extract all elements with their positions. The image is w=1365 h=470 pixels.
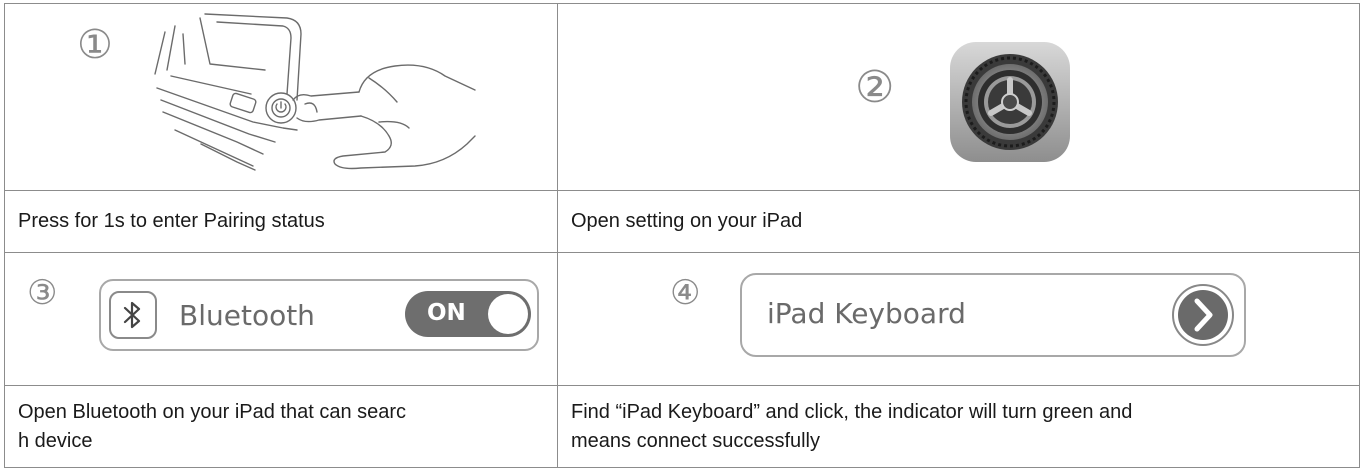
toggle-knob bbox=[488, 294, 528, 334]
ipad-keyboard-device-row[interactable]: iPad Keyboard bbox=[740, 273, 1246, 357]
step-4-caption-line-2: means connect successfully bbox=[571, 430, 821, 452]
step-1-illustration: ① bbox=[5, 4, 557, 190]
step-4-caption-line-1: Find “iPad Keyboard” and click, the indi… bbox=[571, 401, 1133, 423]
step-2-illustration: ② bbox=[558, 4, 1361, 190]
step-3-illustration: ③ Bluetooth ON bbox=[5, 253, 557, 385]
step-4-illustration: ④ iPad Keyboard bbox=[558, 253, 1361, 385]
hand-pressing-power-icon bbox=[154, 13, 476, 171]
bluetooth-icon-box bbox=[109, 291, 157, 339]
step-3-number: ③ bbox=[27, 273, 58, 313]
bluetooth-toggle[interactable]: ON bbox=[405, 291, 531, 337]
step-2-number: ② bbox=[855, 62, 895, 113]
bluetooth-label: Bluetooth bbox=[179, 299, 315, 332]
bluetooth-icon bbox=[123, 301, 141, 329]
step-3-caption-line-2: h device bbox=[18, 430, 93, 452]
step-1-caption: Press for 1s to enter Pairing status bbox=[18, 210, 325, 232]
step-3-caption-line-1: Open Bluetooth on your iPad that can sea… bbox=[18, 401, 407, 423]
ipad-keyboard-label: iPad Keyboard bbox=[767, 297, 966, 330]
step-2-caption: Open setting on your iPad bbox=[571, 210, 803, 232]
chevron-right-icon[interactable] bbox=[1170, 282, 1236, 348]
step-3-caption: Open Bluetooth on your iPad that can sea… bbox=[5, 386, 557, 468]
step-4-number: ④ bbox=[670, 273, 701, 313]
toggle-label: ON bbox=[427, 300, 466, 326]
settings-gear-icon bbox=[950, 42, 1070, 162]
bluetooth-setting-row: Bluetooth ON bbox=[99, 279, 539, 351]
instruction-table: ① ② Press for 1s to enter Pairing status… bbox=[4, 3, 1360, 468]
step-4-caption: Find “iPad Keyboard” and click, the indi… bbox=[558, 386, 1361, 468]
